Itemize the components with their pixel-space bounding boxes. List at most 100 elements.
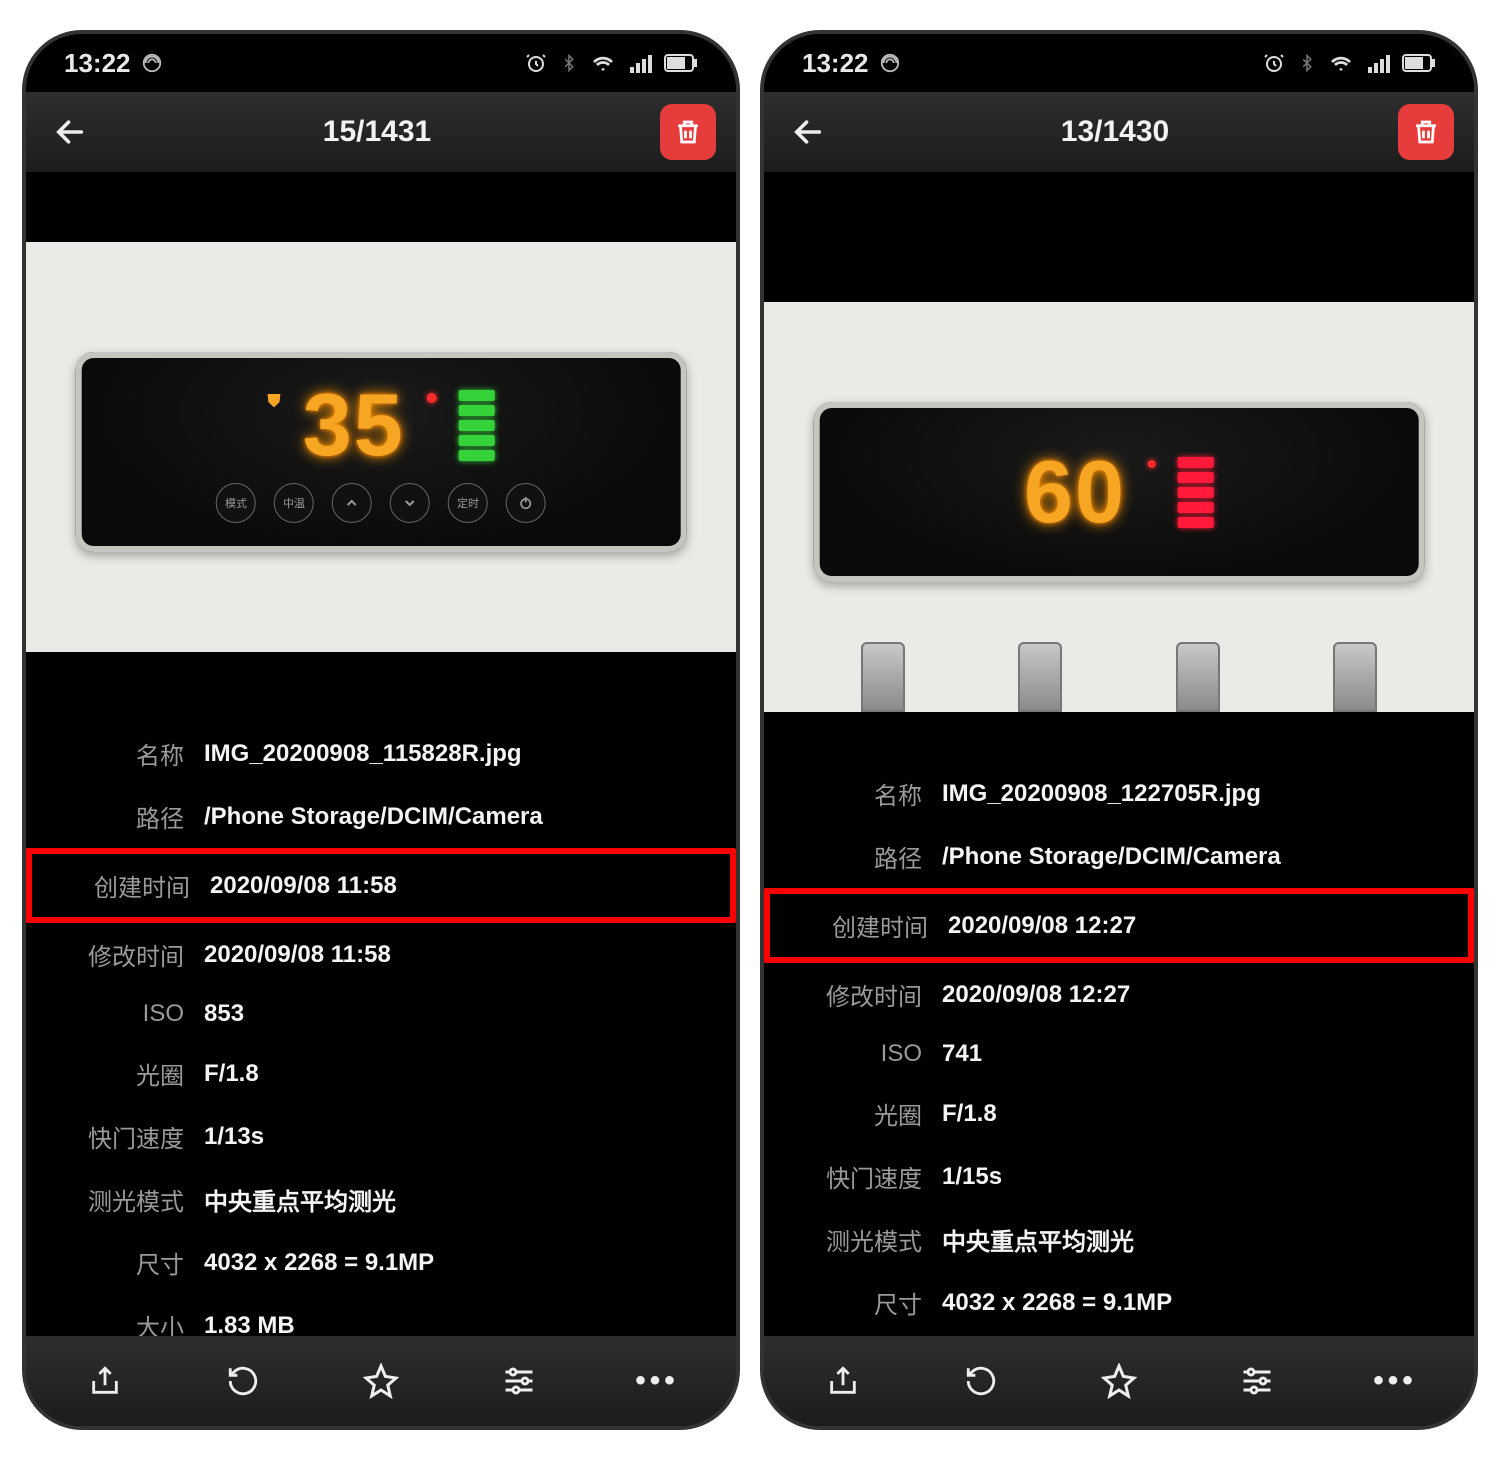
appliance-display-panel: ⛊ 35 模式 中温 定时 [76,352,687,552]
info-label: 测光模式 [54,1182,184,1217]
signal-icon [1366,51,1390,75]
info-value-name: IMG_20200908_115828R.jpg [204,740,522,768]
info-label: 测光模式 [792,1222,922,1257]
info-label: 修改时间 [54,937,184,972]
pipes [764,632,1474,712]
info-label: ISO [792,1040,922,1068]
info-row-path: 路径 /Phone Storage/DCIM/Camera [764,825,1474,888]
photo-gap [764,712,1474,762]
share-button[interactable] [75,1351,135,1411]
rotate-button[interactable] [213,1351,273,1411]
appliance-display-panel: 60 [814,402,1425,582]
info-row-aperture: 光圈 F/1.8 [26,1042,736,1105]
dot-indicator-icon [427,393,437,403]
info-row-shutter: 快门速度 1/15s [764,1145,1474,1208]
info-label: 尺寸 [792,1285,922,1320]
info-label: 光圈 [54,1056,184,1091]
info-label: 创建时间 [798,908,928,943]
info-label: 路径 [54,799,184,834]
favorite-button[interactable] [351,1351,411,1411]
wifi-icon [1328,51,1354,75]
info-value-dimensions: 4032 x 2268 = 9.1MP [204,1249,434,1277]
info-label: 名称 [792,776,922,811]
signal-icon [628,51,652,75]
info-row-iso: ISO 853 [26,986,736,1042]
info-label: 名称 [54,736,184,771]
status-bar: 13:22 [26,34,736,92]
more-icon: ••• [1373,1364,1417,1398]
appliance-mode-button: 模式 [216,483,256,523]
trash-icon [1411,117,1441,147]
share-button[interactable] [813,1351,873,1411]
info-value-path: /Phone Storage/DCIM/Camera [204,803,543,831]
back-button[interactable] [784,108,832,156]
appliance-down-button [390,483,430,523]
info-row-aperture: 光圈 F/1.8 [764,1082,1474,1145]
photo-content: ⛊ 35 模式 中温 定时 [26,242,736,652]
app-bar: 15/1431 [26,92,736,172]
battery-icon [664,54,698,72]
delete-button[interactable] [1398,104,1454,160]
bluetooth-icon [560,51,578,75]
info-row-shutter: 快门速度 1/13s [26,1105,736,1168]
info-value-modify-time: 2020/09/08 11:58 [204,941,391,969]
info-value-path: /Phone Storage/DCIM/Camera [942,843,1281,871]
info-value-name: IMG_20200908_122705R.jpg [942,780,1261,808]
bottom-toolbar: ••• [764,1336,1474,1426]
status-icons [1262,51,1436,75]
info-value-aperture: F/1.8 [942,1100,997,1128]
page-counter-title: 15/1431 [94,115,660,149]
info-value-create-time: 2020/09/08 12:27 [948,912,1136,940]
exif-info-panel[interactable]: 名称 IMG_20200908_115828R.jpg 路径 /Phone St… [26,722,736,1336]
adjust-button[interactable] [489,1351,549,1411]
sliders-icon [1239,1363,1275,1399]
more-button[interactable]: ••• [627,1351,687,1411]
rotate-button[interactable] [951,1351,1011,1411]
back-arrow-icon [791,115,825,149]
phone-screenshot-right: 13:22 13/1430 60 [760,30,1478,1430]
info-label: 创建时间 [60,868,190,903]
photo-viewport[interactable]: 60 [764,172,1474,712]
favorite-button[interactable] [1089,1351,1149,1411]
bottom-toolbar: ••• [26,1336,736,1426]
status-nfc-icon [141,52,163,74]
bluetooth-icon [1298,51,1316,75]
alarm-icon [1262,51,1286,75]
page-counter-title: 13/1430 [832,115,1398,149]
info-value-modify-time: 2020/09/08 12:27 [942,981,1130,1009]
appliance-timer-button: 定时 [448,483,488,523]
status-time: 13:22 [64,48,131,79]
info-row-name: 名称 IMG_20200908_115828R.jpg [26,722,736,785]
photo-viewport[interactable]: ⛊ 35 模式 中温 定时 [26,172,736,652]
info-row-iso: ISO 741 [764,1026,1474,1082]
info-row-path: 路径 /Phone Storage/DCIM/Camera [26,785,736,848]
info-value-filesize: 1.83 MB [204,1312,295,1337]
shield-indicator-icon: ⛊ [267,391,281,412]
info-label: 光圈 [792,1096,922,1131]
info-label: 快门速度 [54,1119,184,1154]
photo-content: 60 [764,302,1474,712]
more-button[interactable]: ••• [1365,1351,1425,1411]
info-row-create-time: 创建时间 2020/09/08 11:58 [26,848,736,923]
appliance-button-row: 模式 中温 定时 [216,483,546,523]
status-icons [524,51,698,75]
info-value-shutter: 1/15s [942,1163,1002,1191]
info-value-dimensions: 4032 x 2268 = 9.1MP [942,1289,1172,1317]
star-icon [363,1363,399,1399]
delete-button[interactable] [660,104,716,160]
exif-info-panel[interactable]: 名称 IMG_20200908_122705R.jpg 路径 /Phone St… [764,762,1474,1336]
level-bars [1178,457,1214,528]
alarm-icon [524,51,548,75]
temperature-readout: 35 [303,381,405,469]
adjust-button[interactable] [1227,1351,1287,1411]
appliance-power-button [506,483,546,523]
info-label: ISO [54,1000,184,1028]
share-icon [88,1364,122,1398]
wifi-icon [590,51,616,75]
photo-gap [26,652,736,722]
temperature-readout: 60 [1024,448,1126,536]
info-row-metering: 测光模式 中央重点平均测光 [26,1168,736,1231]
info-row-modify-time: 修改时间 2020/09/08 11:58 [26,923,736,986]
back-button[interactable] [46,108,94,156]
status-bar: 13:22 [764,34,1474,92]
